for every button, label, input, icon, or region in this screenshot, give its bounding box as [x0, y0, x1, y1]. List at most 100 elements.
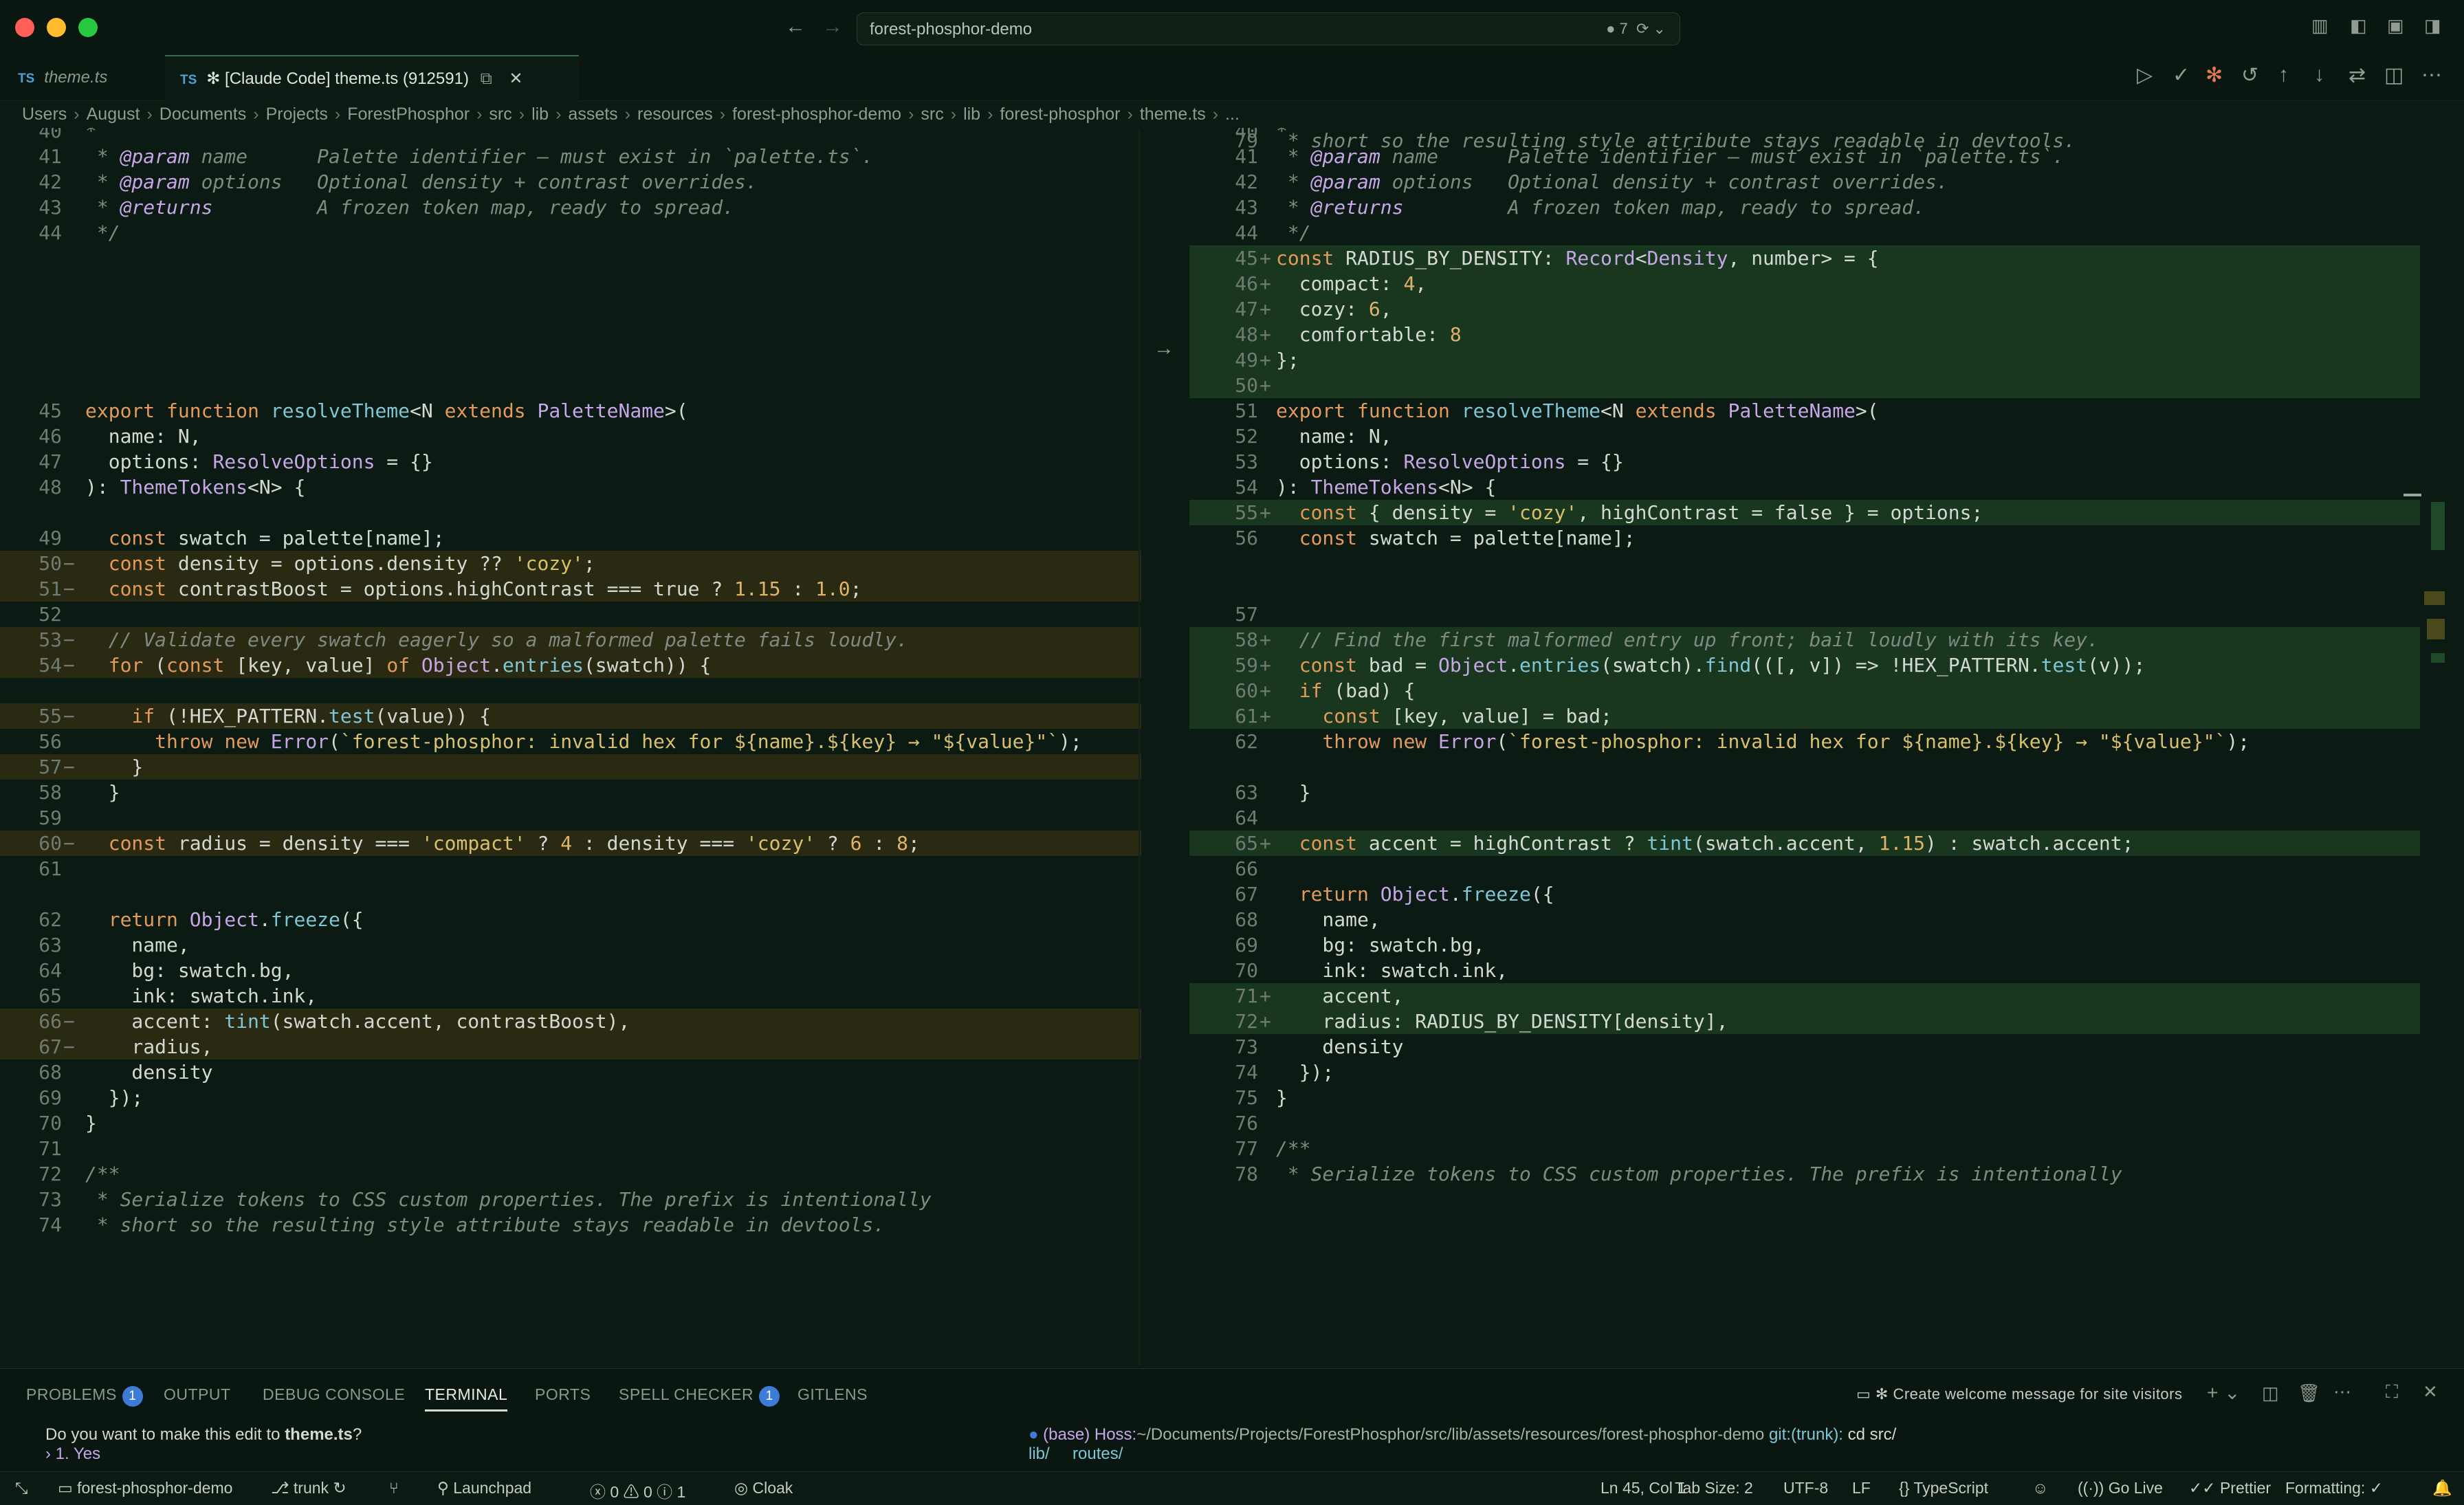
code-text[interactable]: bg: swatch.bg, — [1276, 932, 1484, 958]
code-line[interactable]: 56 const swatch = palette[name]; — [1189, 525, 2420, 551]
code-line[interactable]: 77 /** — [1189, 1136, 2420, 1161]
code-text[interactable]: const swatch = palette[name]; — [1276, 525, 1636, 551]
code-text[interactable]: const [key, value] = bad; — [1276, 703, 1612, 729]
code-line[interactable]: 70 ink: swatch.ink, — [1189, 958, 2420, 983]
revert-icon[interactable]: ↺ — [2241, 63, 2258, 87]
maximize-window-button[interactable] — [78, 18, 98, 37]
breadcrumb-item[interactable]: lib — [963, 105, 980, 124]
close-window-button[interactable] — [15, 18, 34, 37]
code-line[interactable]: 74 }); — [1189, 1059, 2420, 1085]
code-text[interactable]: }); — [85, 1085, 144, 1110]
code-line[interactable]: 57 — [1189, 602, 2420, 627]
more-actions-icon[interactable]: ⋯ — [2421, 63, 2442, 87]
code-text[interactable]: * short so the resulting style attribute… — [85, 1212, 885, 1238]
code-text[interactable]: name: N, — [85, 424, 201, 449]
code-line[interactable]: 69 }); — [0, 1085, 1141, 1110]
code-text[interactable]: radius: RADIUS_BY_DENSITY[density], — [1276, 1009, 1728, 1034]
code-text[interactable]: const density = options.density ?? 'cozy… — [85, 551, 595, 576]
code-text[interactable]: throw new Error(`forest-phosphor: invali… — [85, 729, 1082, 754]
code-text[interactable]: const radius = density === 'compact' ? 4… — [85, 831, 920, 856]
code-line[interactable]: 57− } — [0, 754, 1141, 780]
code-text[interactable]: // Validate every swatch eagerly so a ma… — [85, 627, 908, 652]
code-line[interactable]: 53− // Validate every swatch eagerly so … — [0, 627, 1141, 652]
accept-icon[interactable]: ✓ — [2172, 63, 2190, 87]
layout-customize-icon[interactable]: ▥ — [2311, 15, 2329, 36]
code-line[interactable]: 45 export function resolveTheme<N extends… — [0, 398, 1141, 424]
code-line[interactable]: 73 density — [1189, 1034, 2420, 1059]
code-text[interactable]: options: ResolveOptions = {} — [1276, 449, 1624, 474]
back-arrow-icon[interactable]: ← — [785, 15, 806, 39]
code-text[interactable]: for (const [key, value] of Object.entrie… — [85, 652, 712, 678]
code-line[interactable]: 52 — [0, 602, 1141, 627]
terminal-shell[interactable]: ● (base) Hoss:~/Documents/Projects/Fores… — [1028, 1425, 1896, 1464]
panel-tab-terminal[interactable]: TERMINAL — [425, 1385, 508, 1411]
code-line[interactable]: 62 throw new Error(`forest-phosphor: inv… — [1189, 729, 2420, 754]
run-icon[interactable]: ▷ — [2137, 63, 2153, 87]
code-line[interactable]: 65 + const accent = highContrast ? tint(s… — [1189, 831, 2420, 856]
notifications-bell-icon[interactable]: 🔔 — [2432, 1479, 2452, 1497]
overview-ruler[interactable] — [2404, 447, 2445, 722]
code-line[interactable]: 71 — [0, 1136, 1141, 1161]
code-line[interactable]: 58 } — [0, 780, 1141, 805]
code-line[interactable]: 79 * short so the resulting style attrib… — [1189, 128, 2420, 153]
forward-arrow-icon[interactable]: → — [822, 15, 843, 39]
code-text[interactable]: } — [1276, 780, 1311, 805]
code-line[interactable]: 72 /** — [0, 1161, 1141, 1187]
code-text[interactable]: if (bad) { — [1276, 678, 1416, 703]
branch-item[interactable]: ⎇ trunk ↻ — [271, 1479, 346, 1497]
code-text[interactable]: ): ThemeTokens<N> { — [1276, 474, 1496, 500]
code-text[interactable]: return Object.freeze({ — [1276, 881, 1554, 907]
claude-icon[interactable]: ✻ — [2206, 63, 2223, 87]
code-text[interactable]: * @param name Palette identifier — must … — [85, 144, 873, 169]
code-line[interactable]: 61 — [0, 856, 1141, 881]
code-line[interactable]: 58 + // Find the first malformed entry up… — [1189, 627, 2420, 652]
toggle-panel-icon[interactable]: ▣ — [2387, 15, 2404, 36]
code-line[interactable]: 54− for (const [key, value] of Object.en… — [0, 652, 1141, 678]
code-line[interactable]: 51 export function resolveTheme<N extends… — [1189, 398, 2420, 424]
code-line[interactable]: 73 * Serialize tokens to CSS custom prop… — [0, 1187, 1141, 1212]
code-line[interactable]: 50− const density = options.density ?? '… — [0, 551, 1141, 576]
code-line[interactable]: 42 * @param options Optional density + c… — [0, 169, 1141, 195]
code-text[interactable]: export function resolveTheme<N extends P… — [1276, 398, 1879, 424]
code-text[interactable]: throw new Error(`forest-phosphor: invali… — [1276, 729, 2250, 754]
code-text[interactable]: bg: swatch.bg, — [85, 958, 294, 983]
cloak-item[interactable]: ◎ Cloak — [734, 1479, 793, 1497]
code-text[interactable]: const contrastBoost = options.highContra… — [85, 576, 862, 602]
code-text[interactable]: return Object.freeze({ — [85, 907, 364, 932]
breadcrumb-item[interactable]: lib — [531, 105, 549, 124]
code-text[interactable]: * @param options Optional density + cont… — [85, 169, 758, 195]
launchpad-item[interactable]: ⚲ Launchpad — [437, 1479, 531, 1497]
breadcrumb-item[interactable]: August — [87, 105, 140, 124]
code-text[interactable]: ink: swatch.ink, — [1276, 958, 1508, 983]
breadcrumb-item[interactable]: Projects — [266, 105, 328, 124]
breadcrumb-item[interactable]: src — [921, 105, 943, 124]
command-center-search[interactable]: forest-phosphor-demo ● 7 ⟳ ⌄ — [857, 12, 1680, 45]
panel-tab-problems[interactable]: PROBLEMS 1 — [26, 1385, 143, 1407]
panel-tab-debug-console[interactable]: DEBUG CONSOLE — [263, 1385, 405, 1404]
breadcrumb-item[interactable]: assets — [568, 105, 617, 124]
code-line[interactable]: 59 + const bad = Object.entries(swatch).f… — [1189, 652, 2420, 678]
code-line[interactable]: 66 — [1189, 856, 2420, 881]
swap-sides-icon[interactable]: ⇄ — [2348, 63, 2366, 87]
code-text[interactable]: * Serialize tokens to CSS custom propert… — [85, 1187, 932, 1212]
code-text[interactable]: * Serialize tokens to CSS custom propert… — [1276, 1161, 2122, 1187]
code-line[interactable]: 67 return Object.freeze({ — [1189, 881, 2420, 907]
cursor-position[interactable]: Ln 45, Col 1 — [1600, 1479, 1686, 1497]
code-text[interactable]: const swatch = palette[name]; — [85, 525, 445, 551]
breadcrumb-item[interactable]: src — [489, 105, 512, 124]
code-text[interactable]: if (!HEX_PATTERN.test(value)) { — [85, 703, 491, 729]
code-text[interactable]: ink: swatch.ink, — [85, 983, 317, 1009]
code-line[interactable]: 50 + — [1189, 373, 2420, 398]
code-text[interactable]: compact: 4, — [1276, 271, 1427, 296]
breadcrumb-item[interactable]: ... — [1225, 105, 1240, 124]
line-ending[interactable]: LF — [1852, 1479, 1871, 1497]
code-text[interactable]: * @param options Optional density + cont… — [1276, 169, 1948, 195]
panel-tab-gitlens[interactable]: GITLENS — [798, 1385, 868, 1404]
code-line[interactable]: 40 * — [0, 128, 1141, 144]
formatting-item[interactable]: Formatting: ✓ — [2285, 1479, 2383, 1497]
breadcrumb-item[interactable]: theme.ts — [1140, 105, 1206, 124]
code-line[interactable]: 63 name, — [0, 932, 1141, 958]
code-line[interactable]: 56 throw new Error(`forest-phosphor: inv… — [0, 729, 1141, 754]
code-line[interactable]: 55− if (!HEX_PATTERN.test(value)) { — [0, 703, 1141, 729]
code-text[interactable]: // Find the first malformed entry up fro… — [1276, 627, 2099, 652]
